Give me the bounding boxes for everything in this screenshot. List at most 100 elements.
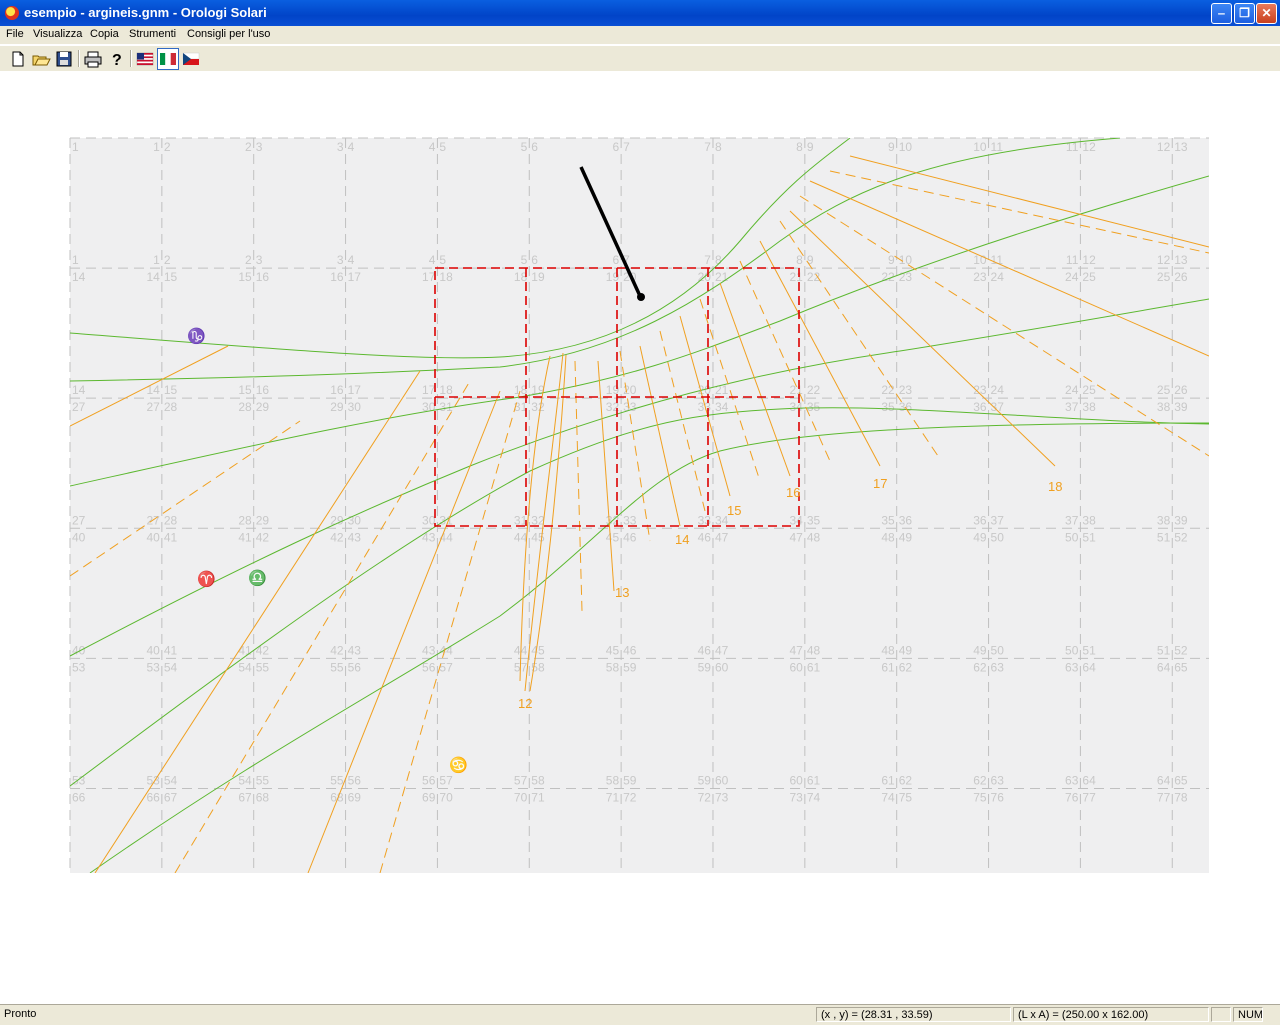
page-number-label: 42	[256, 530, 270, 544]
aries-sign-icon: ♈	[197, 570, 216, 588]
page-number-label: 29	[256, 400, 270, 414]
page-number-label: 3	[256, 140, 263, 154]
minimize-button[interactable]: ‒	[1211, 3, 1232, 24]
new-document-icon[interactable]	[8, 49, 28, 69]
status-bar: Pronto (x , y) = (28.31 , 33.59) (L x A)…	[0, 1004, 1280, 1025]
page-number-label: 14	[146, 383, 160, 397]
hour-label-15: 15	[727, 503, 741, 518]
page-number-label: 59	[623, 773, 637, 787]
page-number-label: 27	[146, 400, 160, 414]
page-number-label: 64	[1082, 773, 1096, 787]
page-number-label: 67	[238, 790, 252, 804]
page-number-label: 59	[623, 660, 637, 674]
page-number-label: 12	[1157, 253, 1171, 267]
page-number-label: 34	[789, 513, 803, 527]
page-number-label: 16	[256, 383, 270, 397]
sundial-canvas-area[interactable]: 1 1 1 1 2 2 2 2 3 3 3 3 4 4 4 4 5 5 5 5 6 6 6 6 7 7 7 7 8 8 8 8 9 9 9 9 10 10…	[0, 71, 1280, 1003]
page-number-label: 2	[245, 253, 252, 267]
page-number-label: 50	[1065, 643, 1079, 657]
page-number-label: 45	[531, 530, 545, 544]
page-number-label: 67	[164, 790, 178, 804]
page-number-label: 60	[715, 660, 729, 674]
menu-visualizza[interactable]: Visualizza	[33, 28, 82, 40]
page-number-label: 62	[973, 773, 987, 787]
sundial-drawing[interactable]: 1 11 12 22 23 33 34 44 45 55 56 66 67 77 78 88 89 99 910 10…	[0, 71, 1280, 1003]
menu-consigli[interactable]: Consigli per l'uso	[187, 28, 270, 40]
page-number-label: 54	[238, 660, 252, 674]
page-number-label: 47	[715, 643, 729, 657]
window-title: esempio - argineis.gnm - Orologi Solari	[24, 5, 267, 20]
page-number-label: 56	[348, 660, 362, 674]
page-number-label: 70	[439, 790, 453, 804]
page-number-label: 54	[164, 773, 178, 787]
page-number-label: 64	[1157, 773, 1171, 787]
save-disk-icon[interactable]	[54, 49, 74, 69]
flag-us-icon[interactable]	[135, 49, 155, 69]
page-number-label: 16	[330, 383, 344, 397]
page-number-label: 19	[531, 270, 545, 284]
sundial-app-icon[interactable]	[5, 6, 19, 20]
page-number-label: 59	[698, 773, 712, 787]
page-number-label: 35	[807, 513, 821, 527]
flag-it-icon[interactable]	[157, 48, 179, 70]
page-number-label: 73	[715, 790, 729, 804]
page-number-label: 45	[606, 643, 620, 657]
page-number-label: 27	[72, 400, 86, 414]
hour-label-14: 14	[675, 532, 689, 547]
page-number-label: 1	[72, 140, 79, 154]
menu-strumenti[interactable]: Strumenti	[129, 28, 176, 40]
page-number-label: 25	[1082, 270, 1096, 284]
page-number-label: 55	[330, 773, 344, 787]
page-number-label: 63	[1065, 773, 1079, 787]
page-number-label: 9	[888, 253, 895, 267]
page-number-label: 46	[623, 530, 637, 544]
menu-file[interactable]: File	[6, 28, 24, 40]
flag-cz-icon[interactable]	[181, 49, 201, 69]
page-dimensions: (L x A) = (250.00 x 162.00)	[1013, 1007, 1209, 1022]
page-number-label: 14	[72, 383, 86, 397]
page-number-label: 38	[1157, 513, 1171, 527]
page-number-label: 37	[1065, 400, 1079, 414]
page-number-label: 54	[238, 773, 252, 787]
status-empty-panel	[1211, 1007, 1231, 1022]
page-number-label: 75	[899, 790, 913, 804]
page-number-label: 36	[973, 513, 987, 527]
page-number-label: 22	[881, 383, 895, 397]
gnomon-foot[interactable]	[637, 293, 645, 301]
page-number-label: 78	[1174, 790, 1188, 804]
help-icon[interactable]: ?	[106, 49, 126, 69]
close-button[interactable]: ✕	[1256, 3, 1277, 24]
page-number-label: 37	[991, 400, 1005, 414]
page-number-label: 65	[1174, 773, 1188, 787]
page-number-label: 64	[1157, 660, 1171, 674]
page-number-label: 48	[881, 643, 895, 657]
page-number-label: 51	[1157, 643, 1171, 657]
page-number-label: 38	[1082, 513, 1096, 527]
page-number-label: 26	[1174, 270, 1188, 284]
page-number-label: 28	[164, 400, 178, 414]
page-number-label: 29	[330, 400, 344, 414]
page-number-label: 48	[881, 530, 895, 544]
page-number-label: 69	[348, 790, 362, 804]
print-icon[interactable]	[83, 49, 103, 69]
page-number-label: 23	[899, 383, 913, 397]
page-number-label: 9	[807, 140, 814, 154]
capricorn-sign-icon: ♑	[187, 327, 206, 345]
open-folder-icon[interactable]	[31, 49, 51, 69]
page-number-label: 1	[153, 253, 160, 267]
page-number-label: 13	[1174, 140, 1188, 154]
page-number-label: 42	[256, 643, 270, 657]
menu-copia[interactable]: Copia	[90, 28, 119, 40]
page-number-label: 9	[807, 253, 814, 267]
page-number-label: 49	[899, 643, 913, 657]
page-number-label: 34	[789, 400, 803, 414]
page-number-label: 23	[973, 270, 987, 284]
page-number-label: 35	[807, 400, 821, 414]
maximize-button[interactable]: ❐	[1234, 3, 1255, 24]
libra-sign-icon: ♎	[248, 569, 267, 587]
hour-label-18: 18	[1048, 479, 1062, 494]
hour-label-13: 13	[615, 585, 629, 600]
page-number-label: 28	[238, 400, 252, 414]
page-number-label: 21	[789, 270, 803, 284]
page-number-label: 2	[164, 140, 171, 154]
